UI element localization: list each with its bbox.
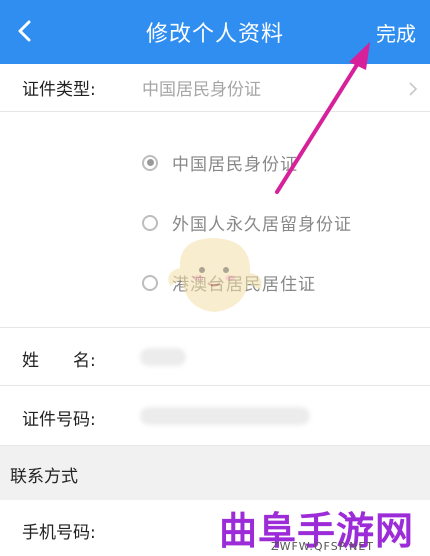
id-type-label: 证件类型:: [22, 80, 96, 100]
chevron-left-icon: [18, 20, 31, 42]
contact-section-header: 联系方式: [0, 446, 430, 500]
radio-option-label: 外国人永久居留身份证: [172, 215, 352, 235]
id-type-row[interactable]: 证件类型: 中国居民身份证: [0, 64, 430, 112]
name-value-blurred[interactable]: [140, 348, 186, 366]
done-button[interactable]: 完成: [376, 18, 416, 47]
radio-option-cn-id[interactable]: 中国居民身份证: [142, 150, 298, 175]
id-number-value-blurred[interactable]: [140, 407, 310, 425]
radio-option-label: 港澳台居民居住证: [172, 275, 316, 295]
back-button[interactable]: [8, 14, 42, 48]
name-label: 姓 名:: [22, 351, 96, 371]
phone-label: 手机号码:: [22, 523, 96, 543]
id-type-options: 中国居民身份证 外国人永久居留身份证 港澳台居民居住证: [0, 112, 430, 328]
page-title: 修改个人资料: [145, 22, 284, 47]
id-number-row[interactable]: 证件号码:: [0, 386, 430, 446]
radio-unchecked-icon: [142, 274, 158, 291]
name-row[interactable]: 姓 名:: [0, 328, 430, 386]
radio-option-label: 中国居民身份证: [172, 155, 298, 175]
radio-option-foreign-permanent[interactable]: 外国人永久居留身份证: [142, 210, 352, 235]
section-title: 联系方式: [10, 467, 78, 487]
radio-checked-icon: [142, 154, 158, 171]
top-bar: 修改个人资料 完成: [0, 0, 430, 64]
radio-unchecked-icon: [142, 214, 158, 231]
radio-option-hk-mo-tw[interactable]: 港澳台居民居住证: [142, 270, 316, 295]
id-number-label: 证件号码:: [22, 410, 96, 430]
chevron-right-icon: [409, 82, 418, 96]
id-type-value: 中国居民身份证: [142, 80, 261, 100]
site-watermark-domain: ZWFW.QFSP.NET: [271, 540, 374, 553]
